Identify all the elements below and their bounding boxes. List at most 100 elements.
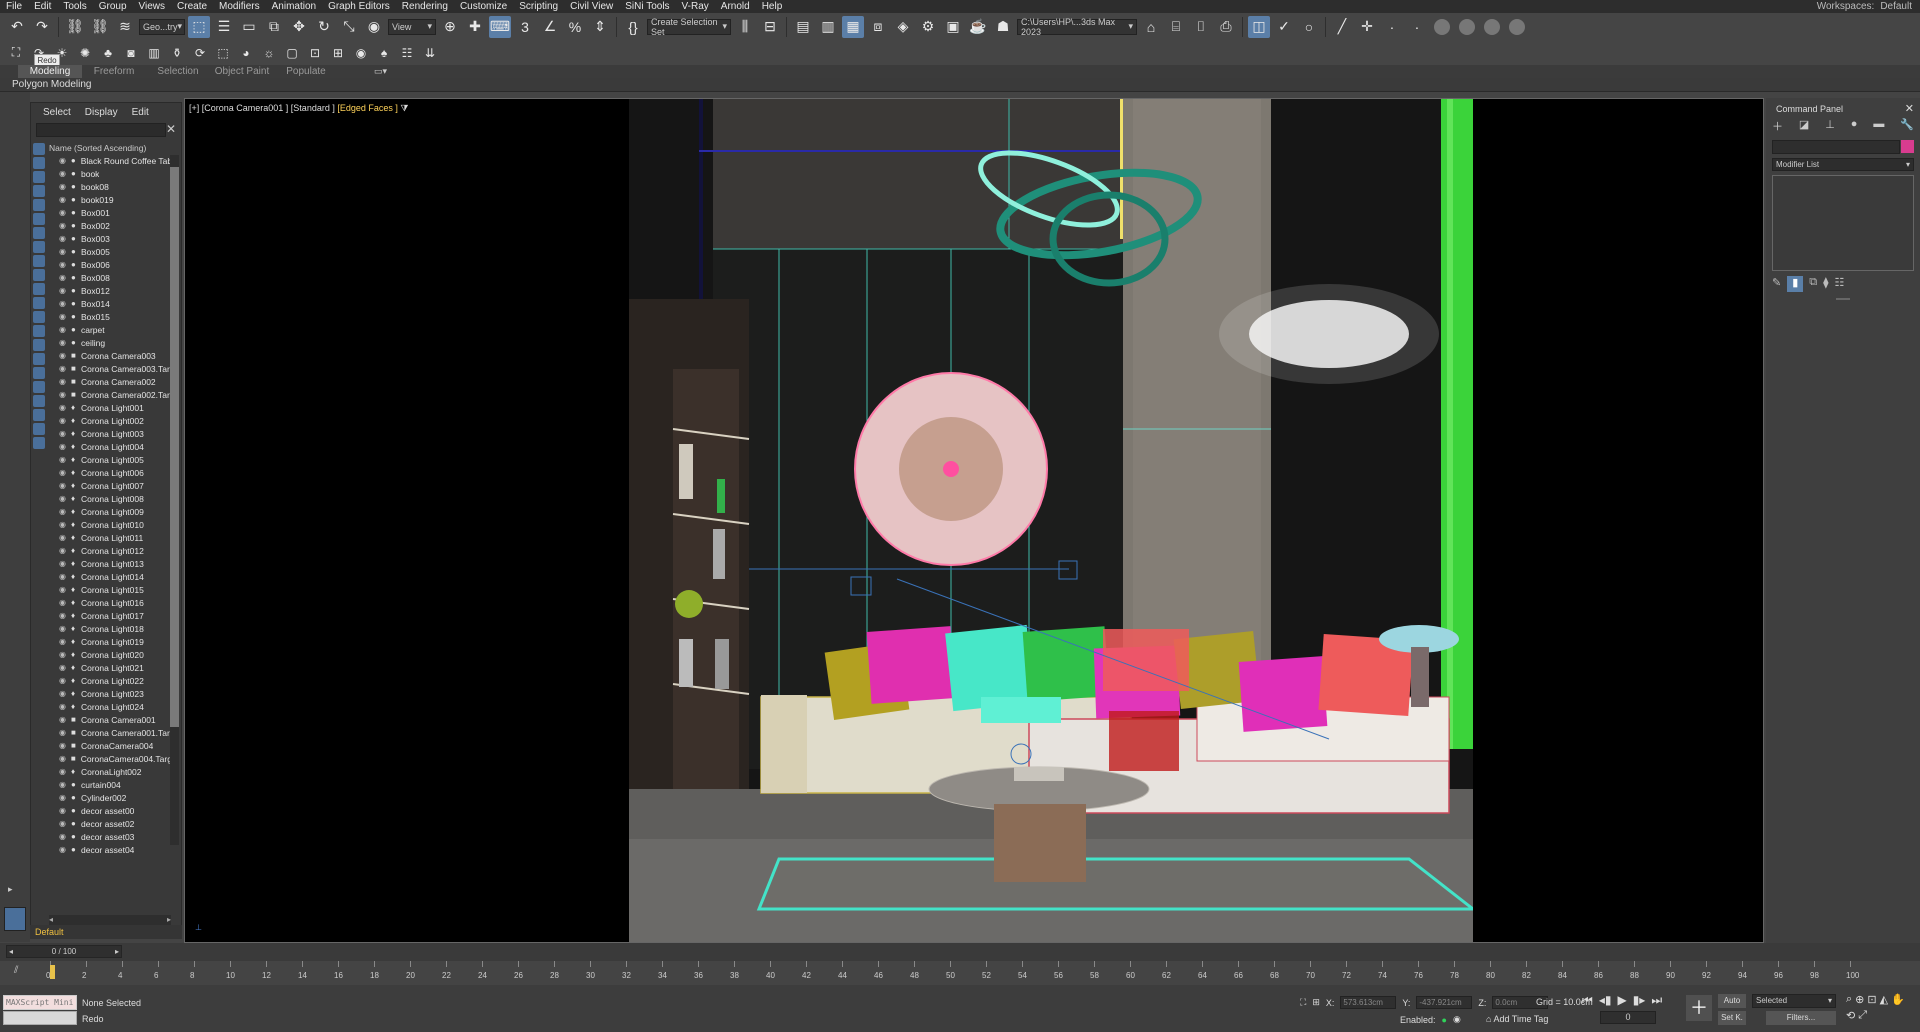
visibility-eye-icon[interactable]: ◉ — [59, 507, 71, 516]
list-item[interactable]: ◉ ● Box001 — [49, 206, 171, 219]
filter-toggle-icon[interactable] — [33, 255, 45, 267]
scene-explorer-tab-display[interactable]: Display — [85, 107, 118, 118]
bind-space-warp-icon[interactable]: ≋ — [114, 16, 136, 38]
ref-coord-dropdown[interactable]: View ▾ — [388, 18, 436, 35]
frame-icon[interactable]: ⬚ — [213, 43, 233, 63]
list-item[interactable]: ◉ ♦ Corona Light004 — [49, 440, 171, 453]
redo-icon[interactable]: ↷ — [31, 16, 53, 38]
workspace-selector[interactable]: Workspaces: Default — [1817, 1, 1920, 12]
ribbon-options-icon[interactable]: ▭▾ — [374, 66, 387, 77]
filter-toggle-icon[interactable] — [33, 311, 45, 323]
list-item[interactable]: ◉ ● curtain004 — [49, 778, 171, 791]
menu-item[interactable]: Edit — [28, 1, 57, 12]
filter-toggle-icon[interactable] — [33, 171, 45, 183]
menu-item[interactable]: SiNi Tools — [619, 1, 675, 12]
scroll-right-icon[interactable]: ▸ — [167, 915, 171, 925]
list-item[interactable]: ◉ ♦ Corona Light007 — [49, 479, 171, 492]
list-item[interactable]: ◉ ♦ Corona Light024 — [49, 700, 171, 713]
filter-toggle-icon[interactable] — [33, 367, 45, 379]
mirror-icon[interactable]: ⫼ — [734, 16, 756, 38]
go-to-end-icon[interactable]: ⏭ — [1651, 993, 1662, 1008]
visibility-eye-icon[interactable]: ◉ — [59, 611, 71, 620]
folder-icon[interactable]: ⌸ — [1165, 16, 1187, 38]
list-item[interactable]: ◉ ♦ CoronaLight002 — [49, 765, 171, 778]
previous-frame-icon[interactable]: ◂▮ — [1599, 993, 1612, 1008]
filter-toggle-icon[interactable] — [33, 185, 45, 197]
filter-toggle-icon[interactable] — [33, 241, 45, 253]
visibility-eye-icon[interactable]: ◉ — [59, 221, 71, 230]
show-end-result-icon[interactable]: ▮ — [1787, 276, 1804, 292]
list-item[interactable]: ◉ ● decor asset00 — [49, 804, 171, 817]
render-setup-icon[interactable]: ⚙ — [917, 16, 939, 38]
list-item[interactable]: ◉ ♦ Corona Light015 — [49, 583, 171, 596]
list-item[interactable]: ◉ ● Box015 — [49, 310, 171, 323]
small-dot-icon[interactable]: · — [1381, 16, 1403, 38]
scene-icon[interactable]: ⛶ — [6, 43, 26, 63]
list-icon[interactable]: ☷ — [397, 43, 417, 63]
x-coord-field[interactable]: 573.613cm — [1340, 996, 1397, 1009]
visibility-eye-icon[interactable]: ◉ — [59, 182, 71, 191]
filter-toggle-icon[interactable] — [33, 437, 45, 449]
visibility-eye-icon[interactable]: ◉ — [59, 689, 71, 698]
set-key-button[interactable]: Set K. — [1718, 1011, 1746, 1025]
gray-dot-icon[interactable] — [1484, 18, 1500, 35]
rendered-frame-icon[interactable]: ▣ — [942, 16, 964, 38]
visibility-eye-icon[interactable]: ◉ — [59, 793, 71, 802]
list-item[interactable]: ◉ ♦ Corona Light021 — [49, 661, 171, 674]
viewport-label[interactable]: [+] [Corona Camera001 ] [Standard ] [Edg… — [189, 103, 408, 114]
track-bar-icon[interactable]: ⫽ — [14, 965, 18, 976]
small-dot-icon[interactable]: · — [1406, 16, 1428, 38]
set-key-plus-button[interactable]: ＋ — [1686, 995, 1712, 1021]
selection-set-dropdown[interactable]: Create Selection Set ▾ — [647, 17, 731, 37]
next-frame-icon[interactable]: ▮▸ — [1633, 993, 1646, 1008]
list-item[interactable]: ◉ ● Box002 — [49, 219, 171, 232]
slider-left-icon[interactable]: ◂ — [9, 947, 13, 956]
gray-dot-icon[interactable] — [1459, 18, 1475, 35]
visibility-eye-icon[interactable]: ◉ — [59, 754, 71, 763]
refresh-icon[interactable]: ⟳ — [190, 43, 210, 63]
save-icon[interactable]: ⎙ — [1215, 16, 1237, 38]
list-item[interactable]: ◉ ■ CoronaCamera004 — [49, 739, 171, 752]
render-icon[interactable]: ☕ — [967, 16, 989, 38]
menu-item[interactable]: Arnold — [715, 1, 756, 12]
list-item[interactable]: ◉ ● book019 — [49, 193, 171, 206]
list-item[interactable]: ◉ ♦ Corona Light016 — [49, 596, 171, 609]
curve-editor-icon[interactable]: ▦ — [842, 15, 864, 38]
absolute-mode-icon[interactable]: ⊞ — [1312, 997, 1320, 1008]
visibility-eye-icon[interactable]: ◉ — [59, 247, 71, 256]
visibility-eye-icon[interactable]: ◉ — [59, 403, 71, 412]
circle-icon[interactable]: ○ — [1298, 16, 1320, 38]
select-by-name-icon[interactable]: ☰ — [213, 16, 235, 38]
menu-item[interactable]: Create — [171, 1, 213, 12]
draw-line-icon[interactable]: ╱ — [1331, 16, 1353, 38]
visibility-eye-icon[interactable]: ◉ — [59, 637, 71, 646]
menu-item[interactable]: Group — [93, 1, 133, 12]
toggle-icon[interactable]: ◉ — [1453, 1014, 1461, 1025]
motion-tab-icon[interactable]: ● — [1851, 118, 1858, 134]
list-item[interactable]: ◉ ■ CoronaCamera004.Targ — [49, 752, 171, 765]
list-item[interactable]: ◉ ♦ Corona Light003 — [49, 427, 171, 440]
edged-faces-label[interactable]: [Edged Faces ] — [337, 103, 398, 113]
visibility-eye-icon[interactable]: ◉ — [59, 715, 71, 724]
move-icon[interactable]: ✥ — [288, 16, 310, 38]
list-item[interactable]: ◉ ♦ Corona Light020 — [49, 648, 171, 661]
visibility-eye-icon[interactable]: ◉ — [59, 702, 71, 711]
scale-icon[interactable]: ⤡ — [338, 16, 360, 38]
list-item[interactable]: ◉ ♦ Corona Light006 — [49, 466, 171, 479]
list-item[interactable]: ◉ ■ Corona Camera001.Tar — [49, 726, 171, 739]
filter-toggle-icon[interactable] — [33, 381, 45, 393]
list-item[interactable]: ◉ ● book — [49, 167, 171, 180]
eye-icon[interactable]: ◉ — [351, 43, 371, 63]
render-region-icon[interactable]: ▢ — [282, 43, 302, 63]
viewport-label-text[interactable]: [+] [Corona Camera001 ] [Standard ] — [189, 103, 337, 113]
go-to-start-icon[interactable]: ⏮ — [1582, 993, 1593, 1008]
list-item[interactable]: ◉ ● Box003 — [49, 232, 171, 245]
configure-sets-icon[interactable]: ☷ — [1835, 276, 1845, 292]
menu-item[interactable]: Graph Editors — [322, 1, 396, 12]
visibility-eye-icon[interactable]: ◉ — [59, 650, 71, 659]
rendered-scene-area[interactable] — [629, 99, 1473, 942]
sphere-icon[interactable]: ◕ — [236, 43, 256, 63]
orbit-icon[interactable]: ⟲ — [1846, 1009, 1855, 1022]
zoom-all-icon[interactable]: ⊕ — [1855, 993, 1864, 1006]
spinner-snap-icon[interactable]: ⇕ — [589, 16, 611, 38]
